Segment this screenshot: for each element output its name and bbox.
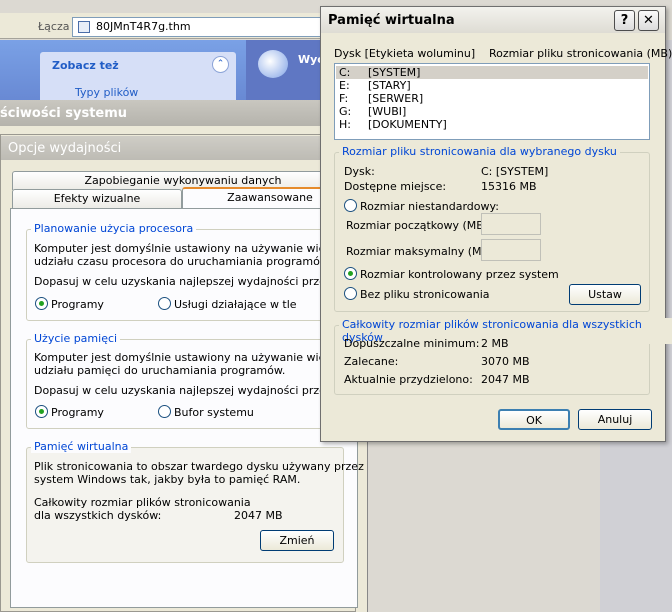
memory-legend: Użycie pamięci [31,332,121,345]
processor-background-radio[interactable] [158,297,171,310]
memory-desc-1: Komputer jest domyślnie ustawiony na uży… [34,351,364,364]
drive-row-c[interactable]: C: [SYSTEM] [336,66,648,79]
drive-row-h[interactable]: H: [DOKUMENTY] [336,118,648,131]
processor-desc-2: udziału czasu procesora do uruchamiania … [34,255,332,268]
drive-label-text: Dysk: [344,165,375,178]
min-value: 2 MB [481,337,509,350]
max-size-input[interactable] [481,239,541,261]
ok-button[interactable]: OK [498,409,570,430]
size-column-header: Rozmiar pliku stronicowania (MB) [489,47,672,60]
memory-adjust: Dopasuj w celu uzyskania najlepszej wyda… [34,384,336,397]
performance-icon [258,50,288,78]
virtual-memory-legend: Pamięć wirtualna [31,440,132,453]
cancel-button[interactable]: Anuluj [578,409,652,430]
drive-label: [STARY] [368,79,411,92]
no-paging-file-radio[interactable] [344,287,357,300]
virtual-total-value: 2047 MB [234,509,283,522]
collapse-icon[interactable]: ⌃ [212,56,229,73]
virtual-total-2: dla wszystkich dysków: [34,509,162,522]
see-also-title: Zobacz też [52,59,119,72]
address-value: 80JMnT4R7g.thm [96,20,191,33]
drive-row-e[interactable]: E: [STARY] [336,79,648,92]
virtual-desc-2: system Windows tak, jakby była to pamięć… [34,473,301,486]
file-icon [78,21,90,33]
custom-size-radio[interactable] [344,199,357,212]
recommended-value: 3070 MB [481,355,530,368]
drive-letter: G: [339,105,352,118]
current-label: Aktualnie przydzielono: [344,373,473,386]
drive-list[interactable]: C: [SYSTEM] E: [STARY] F: [SERWER] G: [W… [334,63,650,140]
drive-letter: H: [339,118,351,131]
system-properties-title: ściwości systemu [0,106,128,121]
address-label: Łącza [38,20,70,33]
virtual-desc-1: Plik stronicowania to obszar twardego dy… [34,460,364,473]
processor-desc-1: Komputer jest domyślnie ustawiony na uży… [34,242,364,255]
close-icon[interactable]: ✕ [638,10,659,31]
min-label: Dopuszczalne minimum: [344,337,480,350]
set-button[interactable]: Ustaw [569,284,641,305]
max-size-label: Rozmiar maksymalny (MB): [346,245,498,258]
drive-row-g[interactable]: G: [WUBI] [336,105,648,118]
current-value: 2047 MB [481,373,530,386]
no-paging-file-label[interactable]: Bez pliku stronicowania [360,288,490,301]
space-label: Dostępne miejsce: [344,180,447,193]
initial-size-input[interactable] [481,213,541,235]
drive-letter: E: [339,79,350,92]
drive-letter: C: [339,66,351,79]
memory-programs-radio[interactable] [35,405,48,418]
recommended-label: Zalecane: [344,355,399,368]
virtual-memory-title: Pamięć wirtualna [328,13,455,28]
memory-cache-label[interactable]: Bufor systemu [174,406,254,419]
processor-programs-label[interactable]: Programy [51,298,104,311]
drive-value: C: [SYSTEM] [481,165,549,178]
processor-legend: Planowanie użycia procesora [31,222,197,235]
space-value: 15316 MB [481,180,537,193]
memory-desc-2: udziału pamięci do uruchamiania programó… [34,364,286,377]
initial-size-label: Rozmiar początkowy (MB): [346,219,492,232]
change-button[interactable]: Zmień [260,530,334,551]
drive-letter: F: [339,92,349,105]
drive-label: [SERWER] [368,92,424,105]
drive-label: [SYSTEM] [368,66,421,79]
drive-label: [DOKUMENTY] [368,118,447,131]
drive-row-f[interactable]: F: [SERWER] [336,92,648,105]
drive-column-header: Dysk [Etykieta woluminu] [334,47,476,60]
memory-programs-label[interactable]: Programy [51,406,104,419]
drive-label: [WUBI] [368,105,407,118]
processor-background-label[interactable]: Usługi działające w tle [174,298,297,311]
performance-options-title: Opcje wydajności [8,141,122,156]
processor-programs-radio[interactable] [35,297,48,310]
help-icon[interactable]: ? [614,10,635,31]
selected-drive-legend: Rozmiar pliku stronicowania dla wybraneg… [339,145,620,158]
tab-visual-effects[interactable]: Efekty wizualne [12,189,182,208]
custom-size-label[interactable]: Rozmiar niestandardowy: [360,200,499,213]
processor-adjust: Dopasuj w celu uzyskania najlepszej wyda… [34,275,336,288]
virtual-total-1: Całkowity rozmiar plików stronicowania [34,496,251,509]
system-managed-label[interactable]: Rozmiar kontrolowany przez system [360,268,559,281]
system-managed-radio[interactable] [344,267,357,280]
see-also-link[interactable]: Typy plików [75,86,138,99]
memory-cache-radio[interactable] [158,405,171,418]
